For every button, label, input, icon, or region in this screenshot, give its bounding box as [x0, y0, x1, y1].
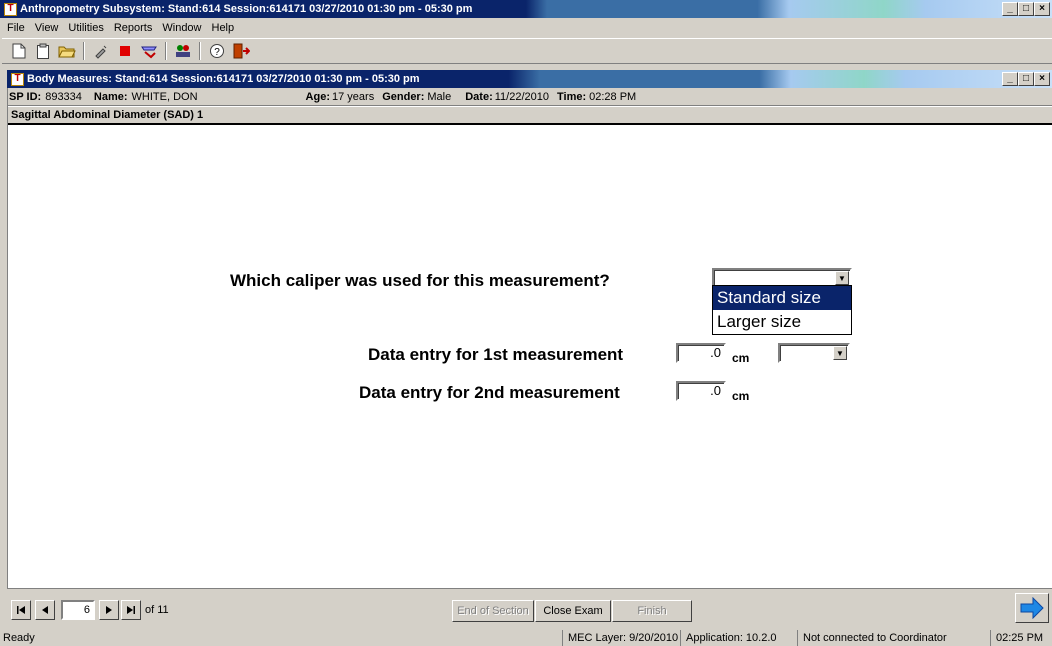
chevron-down-icon[interactable]: ▼	[833, 346, 847, 360]
pencil-icon[interactable]	[138, 41, 160, 61]
sp-id-label: SP ID:	[9, 90, 42, 103]
outer-window-controls: _ □ ×	[1002, 2, 1050, 16]
outer-maximize-button[interactable]: □	[1018, 2, 1034, 16]
menu-reports[interactable]: Reports	[109, 22, 158, 34]
chevron-down-icon[interactable]: ▼	[835, 271, 849, 285]
measurement-1-input[interactable]: .0	[676, 343, 726, 363]
body-measures-window: SP ID: 893334 Name: WHITE, DON Age: 17 y…	[7, 88, 1052, 628]
next-page-icon	[106, 606, 112, 614]
caliper-dropdown-list: Standard size Larger size	[712, 285, 852, 335]
gender-value: Male	[427, 90, 452, 103]
status-bar: Ready MEC Layer: 9/20/2010 Application: …	[0, 630, 1052, 646]
stop-icon[interactable]	[114, 41, 136, 61]
menu-help[interactable]: Help	[207, 22, 240, 34]
time-label: Time:	[557, 90, 587, 103]
page-number-input[interactable]: 6	[61, 600, 95, 620]
page-total: of 11	[145, 604, 169, 616]
age-value: 17 years	[332, 90, 375, 103]
help-icon[interactable]: ?	[206, 41, 228, 61]
app-icon[interactable]: T	[4, 2, 17, 16]
menu-view[interactable]: View	[30, 22, 64, 34]
syringe-icon[interactable]	[90, 41, 112, 61]
time-value: 02:28 PM	[589, 90, 637, 103]
measurement-2-unit: cm	[732, 389, 750, 403]
caliper-option-larger[interactable]: Larger size	[713, 310, 851, 334]
outer-window-title: Anthropometry Subsystem: Stand:614 Sessi…	[20, 3, 473, 15]
arrow-right-icon	[1020, 597, 1044, 619]
open-folder-icon[interactable]	[56, 41, 78, 61]
gender-label: Gender:	[382, 90, 425, 103]
menu-utilities[interactable]: Utilities	[63, 22, 108, 34]
toolbar: ?	[2, 38, 1052, 64]
participant-info-bar: SP ID: 893334 Name: WHITE, DON Age: 17 y…	[8, 88, 1052, 106]
inner-minimize-button[interactable]: _	[1002, 72, 1018, 86]
toolbar-separator	[165, 42, 167, 60]
close-exam-button[interactable]: Close Exam	[535, 600, 611, 622]
date-value: 11/22/2010	[494, 90, 549, 103]
status-ready: Ready	[3, 632, 35, 644]
measurement-1-label: Data entry for 1st measurement	[368, 345, 624, 364]
caliper-question: Which caliper was used for this measurem…	[230, 271, 610, 290]
toolbar-separator	[83, 42, 85, 60]
outer-title-bar[interactable]: T Anthropometry Subsystem: Stand:614 Ses…	[0, 0, 1052, 18]
status-application: Application: 10.2.0	[680, 630, 777, 646]
toolbar-separator	[199, 42, 201, 60]
menu-window[interactable]: Window	[157, 22, 206, 34]
exit-door-icon[interactable]	[230, 41, 252, 61]
caliper-option-standard[interactable]: Standard size	[713, 286, 851, 310]
last-page-icon	[127, 606, 135, 614]
first-page-icon	[17, 606, 25, 614]
outer-minimize-button[interactable]: _	[1002, 2, 1018, 16]
inner-close-button[interactable]: ×	[1034, 72, 1050, 86]
inner-app-icon[interactable]: T	[11, 72, 24, 86]
svg-text:?: ?	[214, 47, 220, 58]
measurement-2-input[interactable]: .0	[676, 381, 726, 401]
name-value: WHITE, DON	[131, 90, 198, 103]
end-of-section-button[interactable]: End of Section	[452, 600, 534, 622]
next-section-button[interactable]	[1015, 593, 1049, 623]
outer-close-button[interactable]: ×	[1034, 2, 1050, 16]
menu-file[interactable]: File	[2, 22, 30, 34]
first-page-button[interactable]	[11, 600, 31, 620]
finish-button[interactable]: Finish	[612, 600, 692, 622]
status-coordinator: Not connected to Coordinator	[797, 630, 947, 646]
previous-page-button[interactable]	[35, 600, 55, 620]
clipboard-icon[interactable]	[32, 41, 54, 61]
date-label: Date:	[465, 90, 493, 103]
measurement-1-unit: cm	[732, 351, 750, 365]
inner-window-title: Body Measures: Stand:614 Session:614171 …	[27, 73, 420, 85]
menu-bar: File View Utilities Reports Window Help	[0, 19, 1052, 37]
name-label: Name:	[93, 90, 128, 103]
navigation-bar: 6 of 11 End of Section Close Exam Finish	[7, 588, 1052, 628]
inner-window-controls: _ □ ×	[1002, 72, 1050, 86]
inner-title-bar[interactable]: T Body Measures: Stand:614 Session:61417…	[7, 70, 1052, 88]
sp-id-value: 893334	[45, 90, 82, 103]
status-mec-layer: MEC Layer: 9/20/2010	[562, 630, 678, 646]
section-title: Sagittal Abdominal Diameter (SAD) 1	[8, 107, 1052, 125]
last-page-button[interactable]	[121, 600, 141, 620]
people-icon[interactable]	[172, 41, 194, 61]
application-window: T Anthropometry Subsystem: Stand:614 Ses…	[0, 0, 1052, 646]
new-document-icon[interactable]	[8, 41, 30, 61]
measurement-1-select[interactable]: ▼	[778, 343, 850, 363]
inner-maximize-button[interactable]: □	[1018, 72, 1034, 86]
measurement-2-label: Data entry for 2nd measurement	[359, 383, 620, 402]
status-clock: 02:25 PM	[990, 630, 1043, 646]
next-page-button[interactable]	[99, 600, 119, 620]
age-label: Age:	[305, 90, 330, 103]
previous-page-icon	[42, 606, 48, 614]
